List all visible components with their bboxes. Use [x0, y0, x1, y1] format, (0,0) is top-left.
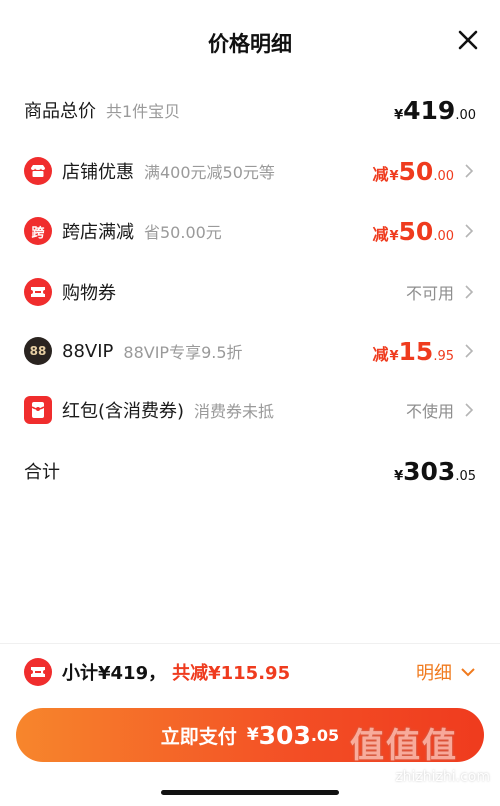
chevron-right-icon — [465, 285, 474, 299]
currency-symbol: ¥ — [389, 168, 399, 184]
coupon-icon — [24, 278, 52, 306]
coupon-icon — [24, 658, 52, 686]
price-integer: 303 — [258, 720, 311, 750]
minus-prefix: 减 — [372, 224, 389, 244]
chevron-down-icon — [461, 668, 475, 677]
vip-icon: 88 — [24, 337, 52, 365]
price-integer: 303 — [403, 456, 456, 486]
vip-icon-char: 88 — [29, 344, 47, 358]
close-icon[interactable] — [456, 28, 480, 52]
price-integer: 50 — [398, 156, 434, 186]
total-discount-text: 共减¥115.95 — [172, 663, 291, 684]
red-packet-status: 不使用 — [406, 398, 454, 422]
shop-discount-label: 店铺优惠 — [62, 162, 134, 183]
cross-store-amount: 减 ¥ 50 .00 — [372, 217, 454, 246]
home-indicator — [161, 790, 339, 795]
goods-total-row: 商品总价 共1件宝贝 ¥ 419 .00 — [24, 90, 476, 130]
cross-store-icon-char: 跨 — [31, 225, 45, 241]
cross-store-saving: 省50.00元 — [144, 223, 222, 242]
status-text: 不可用 — [405, 284, 454, 303]
price-integer: 50 — [398, 216, 434, 246]
currency-symbol: ¥ — [246, 725, 259, 745]
price-decimal: .00 — [455, 107, 476, 123]
price-detail-sheet: 价格明细 商品总价 共1件宝贝 ¥ 419 .00 店铺优惠 满400元减50元… — [0, 0, 500, 806]
red-packet-icon — [24, 396, 52, 424]
footer-divider — [0, 643, 500, 644]
shop-discount-row[interactable]: 店铺优惠 满400元减50元等 减 ¥ 50 .00 — [24, 151, 476, 191]
price-decimal: .00 — [433, 168, 454, 184]
pay-now-label: 立即支付 — [160, 725, 237, 748]
currency-symbol: ¥ — [394, 107, 404, 123]
currency-symbol: ¥ — [394, 468, 404, 484]
price-decimal: .00 — [433, 228, 454, 244]
red-packet-label: 红包(含消费券) — [62, 401, 185, 422]
vip-row[interactable]: 88 88VIP 88VIP专享9.5折 减 ¥ 15 .95 — [24, 331, 476, 371]
price-decimal: .05 — [310, 725, 340, 745]
status-text: 不使用 — [405, 402, 454, 421]
minus-prefix: 减 — [372, 164, 389, 184]
subtotal-text: 小计¥419， — [62, 663, 167, 684]
vip-discount-amount: 减 ¥ 15 .95 — [372, 337, 454, 366]
price-integer: 419 — [403, 95, 456, 125]
shopping-coupon-label: 购物券 — [62, 283, 116, 304]
shopping-coupon-status: 不可用 — [406, 280, 454, 304]
vip-label: 88VIP — [62, 340, 114, 362]
watermark-url: zhizhizhi.com — [395, 769, 490, 785]
vip-benefit: 88VIP专享9.5折 — [123, 343, 243, 362]
shopping-coupon-row[interactable]: 购物券 不可用 — [24, 272, 476, 312]
currency-symbol: ¥ — [389, 348, 399, 364]
chevron-right-icon — [465, 403, 474, 417]
currency-symbol: ¥ — [389, 228, 399, 244]
chevron-right-icon — [465, 344, 474, 358]
total-label: 合计 — [24, 462, 60, 483]
goods-total-label: 商品总价 — [24, 101, 96, 122]
shop-discount-amount: 减 ¥ 50 .00 — [372, 157, 454, 186]
shop-icon — [24, 157, 52, 185]
total-row: 合计 ¥ 303 .05 — [24, 451, 476, 491]
price-integer: 15 — [398, 336, 434, 366]
cross-store-row[interactable]: 跨 跨店满减 省50.00元 减 ¥ 50 .00 — [24, 211, 476, 251]
detail-toggle-label: 明细 — [416, 663, 452, 684]
detail-toggle[interactable]: 明细 — [416, 659, 476, 685]
price-decimal: .95 — [433, 348, 454, 364]
chevron-right-icon — [465, 224, 474, 238]
minus-prefix: 减 — [372, 344, 389, 364]
goods-total-price: ¥ 419 .00 — [394, 96, 476, 125]
total-amount: ¥ 303 .05 — [394, 457, 476, 486]
watermark-logo: 值值值 zhizhizhi.com — [350, 718, 490, 802]
red-packet-note: 消费券未抵 — [194, 402, 275, 421]
sheet-header: 价格明细 — [0, 0, 500, 84]
shop-discount-rule: 满400元减50元等 — [144, 163, 275, 182]
price-decimal: .05 — [455, 468, 476, 484]
red-packet-row[interactable]: 红包(含消费券) 消费券未抵 不使用 — [24, 390, 476, 430]
cross-store-label: 跨店满减 — [62, 222, 134, 243]
cross-store-icon: 跨 — [24, 217, 52, 245]
chevron-right-icon — [465, 164, 474, 178]
sheet-title: 价格明细 — [208, 32, 292, 56]
goods-count: 共1件宝贝 — [106, 102, 181, 121]
summary-bar: 小计¥419， 共减¥115.95 明细 — [24, 652, 476, 692]
watermark-chars: 值值值 — [350, 726, 458, 766]
